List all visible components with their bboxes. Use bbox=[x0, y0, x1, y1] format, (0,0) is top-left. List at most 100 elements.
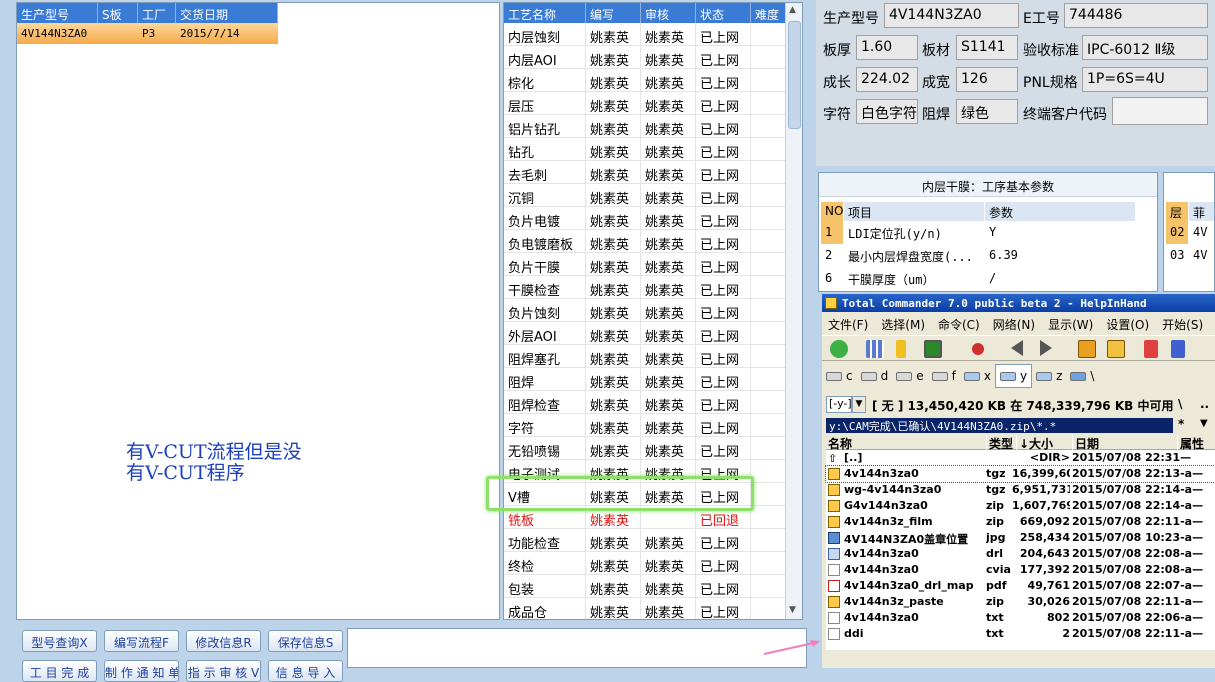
material-field[interactable]: S1141 bbox=[956, 35, 1018, 60]
eno-field[interactable]: 744486 bbox=[1064, 3, 1208, 28]
memo-textarea[interactable] bbox=[347, 628, 807, 668]
file-row[interactable]: 4v144n3za0_drl_map pdf 49,761 2015/07/08 22… bbox=[826, 578, 1215, 594]
drive-x[interactable]: x bbox=[960, 364, 995, 388]
drive-z[interactable]: z bbox=[1032, 364, 1066, 388]
scroll-up-icon[interactable]: ▲ bbox=[789, 5, 796, 15]
process-row[interactable]: 层压 姚素英 姚素英 已上网 bbox=[504, 92, 787, 115]
col-layer-film[interactable]: 菲 bbox=[1189, 202, 1214, 221]
process-row[interactable]: 内层蚀刻 姚素英 姚素英 已上网 bbox=[504, 23, 787, 46]
process-row[interactable]: 阻焊检查 姚素英 姚素英 已上网 bbox=[504, 391, 787, 414]
width-field[interactable]: 126 bbox=[956, 67, 1018, 92]
col-status[interactable]: 状态 bbox=[696, 3, 751, 23]
file-row[interactable]: 4v144n3za0 txt 802 2015/07/08 22:06-a— bbox=[826, 610, 1215, 626]
process-row[interactable]: 功能检查 姚素英 姚素英 已上网 bbox=[504, 529, 787, 552]
filter-button[interactable]: * bbox=[1178, 417, 1184, 431]
col-reviewer[interactable]: 审核 bbox=[641, 3, 696, 23]
process-row[interactable]: 铝片钻孔 姚素英 姚素英 已上网 bbox=[504, 115, 787, 138]
process-row[interactable]: 负片电镀 姚素英 姚素英 已上网 bbox=[504, 207, 787, 230]
model-query-button[interactable]: 型号查询X bbox=[22, 630, 97, 652]
full-view-icon[interactable] bbox=[896, 340, 906, 358]
thumbnail-view-icon[interactable] bbox=[924, 340, 942, 358]
order-row-selected[interactable]: 4V144N3ZA0 P3 2015/7/14 bbox=[17, 23, 278, 44]
parent-button[interactable]: .. bbox=[1200, 397, 1209, 411]
menu-network[interactable]: 网络(N) bbox=[987, 313, 1042, 333]
refresh-icon[interactable] bbox=[830, 340, 848, 358]
instruction-review-button[interactable]: 指 示 审 核 V bbox=[186, 660, 261, 682]
url-icon[interactable] bbox=[1171, 340, 1185, 358]
col-model[interactable]: 生产型号 bbox=[17, 3, 98, 23]
col-delivery[interactable]: 交货日期 bbox=[176, 3, 278, 23]
chevron-down-icon[interactable]: ▼ bbox=[852, 396, 866, 413]
col-s-board[interactable]: S板 bbox=[98, 3, 138, 23]
process-row[interactable]: 负片蚀刻 姚素英 姚素英 已上网 bbox=[504, 299, 787, 322]
thickness-field[interactable]: 1.60 bbox=[856, 35, 918, 60]
history-dropdown-icon[interactable]: ▼ bbox=[1200, 418, 1208, 429]
menu-select[interactable]: 选择(M) bbox=[875, 313, 932, 333]
file-row[interactable]: wg-4v144n3za0 tgz 6,951,731 2015/07/08 22:1… bbox=[826, 482, 1215, 498]
standard-field[interactable]: IPC-6012 Ⅱ级 bbox=[1082, 35, 1208, 60]
process-row[interactable]: 负电镀磨板 姚素英 姚素英 已上网 bbox=[504, 230, 787, 253]
production-notice-button[interactable]: 制 作 通 知 单 bbox=[104, 660, 179, 682]
col-no[interactable]: NO bbox=[821, 202, 843, 221]
drive-c[interactable]: c bbox=[822, 364, 857, 388]
model-field[interactable]: 4V144N3ZA0 bbox=[884, 3, 1019, 28]
process-row[interactable]: 去毛刺 姚素英 姚素英 已上网 bbox=[504, 161, 787, 184]
process-row[interactable]: 干膜检查 姚素英 姚素英 已上网 bbox=[504, 276, 787, 299]
write-flow-button[interactable]: 编写流程F bbox=[104, 630, 179, 652]
process-row[interactable]: 沉铜 姚素英 姚素英 已上网 bbox=[504, 184, 787, 207]
drive-d[interactable]: d bbox=[857, 364, 893, 388]
file-row[interactable]: 4v144n3za0 cvia 177,392 2015/07/08 22:08-a— bbox=[826, 562, 1215, 578]
file-row[interactable]: 4v144n3z_film zip 669,092 2015/07/08 22:11-… bbox=[826, 514, 1215, 530]
pack-icon[interactable] bbox=[1078, 340, 1096, 358]
ftp-icon[interactable] bbox=[1144, 340, 1158, 358]
col-param[interactable]: 参数 bbox=[985, 202, 1135, 221]
current-path[interactable]: y:\CAM完成\已确认\4V144N3ZA0.zip\*.* bbox=[826, 418, 1173, 433]
file-row[interactable]: 4V144N3ZA0盖章位置 jpg 258,434 2015/07/08 10:23… bbox=[826, 530, 1215, 546]
menu-settings[interactable]: 设置(O) bbox=[1100, 313, 1156, 333]
process-scrollbar[interactable]: ▲ ▼ bbox=[785, 3, 802, 619]
process-row[interactable]: 棕化 姚素英 姚素英 已上网 bbox=[504, 69, 787, 92]
brief-view-icon[interactable] bbox=[866, 340, 884, 358]
col-process-name[interactable]: 工艺名称 bbox=[504, 3, 586, 23]
col-difficulty[interactable]: 难度 bbox=[751, 3, 787, 23]
process-row[interactable]: 无铅喷锡 姚素英 姚素英 已上网 bbox=[504, 437, 787, 460]
file-row[interactable]: ddi txt 2 2015/07/08 22:11-a— bbox=[826, 626, 1215, 642]
drive-network[interactable]: \ bbox=[1066, 364, 1098, 388]
menu-command[interactable]: 命令(C) bbox=[932, 313, 987, 333]
process-row[interactable]: 内层AOI 姚素英 姚素英 已上网 bbox=[504, 46, 787, 69]
drive-selector[interactable]: [-y-] bbox=[826, 396, 852, 413]
process-row[interactable]: 负片干膜 姚素英 姚素英 已上网 bbox=[504, 253, 787, 276]
forward-icon[interactable] bbox=[1040, 340, 1052, 356]
process-row[interactable]: 钻孔 姚素英 姚素英 已上网 bbox=[504, 138, 787, 161]
process-row[interactable]: 字符 姚素英 姚素英 已上网 bbox=[504, 414, 787, 437]
back-icon[interactable] bbox=[1011, 340, 1023, 356]
tc-title-bar[interactable]: Total Commander 7.0 public beta 2 - Help… bbox=[822, 294, 1215, 312]
invert-select-icon[interactable] bbox=[972, 343, 984, 355]
process-row[interactable]: 阻焊 姚素英 姚素英 已上网 bbox=[504, 368, 787, 391]
mask-field[interactable]: 绿色 bbox=[956, 99, 1018, 124]
drive-f[interactable]: f bbox=[928, 364, 960, 388]
col-factory[interactable]: 工厂 bbox=[138, 3, 176, 23]
save-info-button[interactable]: 保存信息S bbox=[268, 630, 343, 652]
file-row[interactable]: 4v144n3za0 tgz 16,399,6032015/07/08 22:13-… bbox=[825, 465, 1215, 483]
process-row[interactable]: 外层AOI 姚素英 姚素英 已上网 bbox=[504, 322, 787, 345]
menu-start[interactable]: 开始(S) bbox=[1156, 313, 1210, 333]
edit-info-button[interactable]: 修改信息R bbox=[186, 630, 261, 652]
process-row[interactable]: 终检 姚素英 姚素英 已上网 bbox=[504, 552, 787, 575]
root-button[interactable]: \ bbox=[1178, 397, 1182, 411]
unpack-icon[interactable] bbox=[1107, 340, 1125, 358]
menu-file[interactable]: 文件(F) bbox=[822, 313, 875, 333]
menu-view[interactable]: 显示(W) bbox=[1042, 313, 1100, 333]
col-item[interactable]: 项目 bbox=[844, 202, 984, 221]
info-import-button[interactable]: 信 息 导 入 bbox=[268, 660, 343, 682]
pnl-field[interactable]: 1P=6S=4U bbox=[1082, 67, 1208, 92]
col-layer[interactable]: 层 bbox=[1166, 202, 1188, 221]
drive-y[interactable]: y bbox=[994, 364, 1033, 388]
process-row[interactable]: 阻焊塞孔 姚素英 姚素英 已上网 bbox=[504, 345, 787, 368]
drive-e[interactable]: e bbox=[892, 364, 927, 388]
file-row[interactable]: G4v144n3za0 zip 1,607,769 2015/07/08 22:14-… bbox=[826, 498, 1215, 514]
file-row[interactable]: 4v144n3za0 drl 204,643 2015/07/08 22:08-a— bbox=[826, 546, 1215, 562]
length-field[interactable]: 224.02 bbox=[856, 67, 918, 92]
col-writer[interactable]: 编写 bbox=[586, 3, 641, 23]
file-row[interactable]: ⇧ [..] <DIR> 2015/07/08 22:31— bbox=[826, 450, 1215, 466]
